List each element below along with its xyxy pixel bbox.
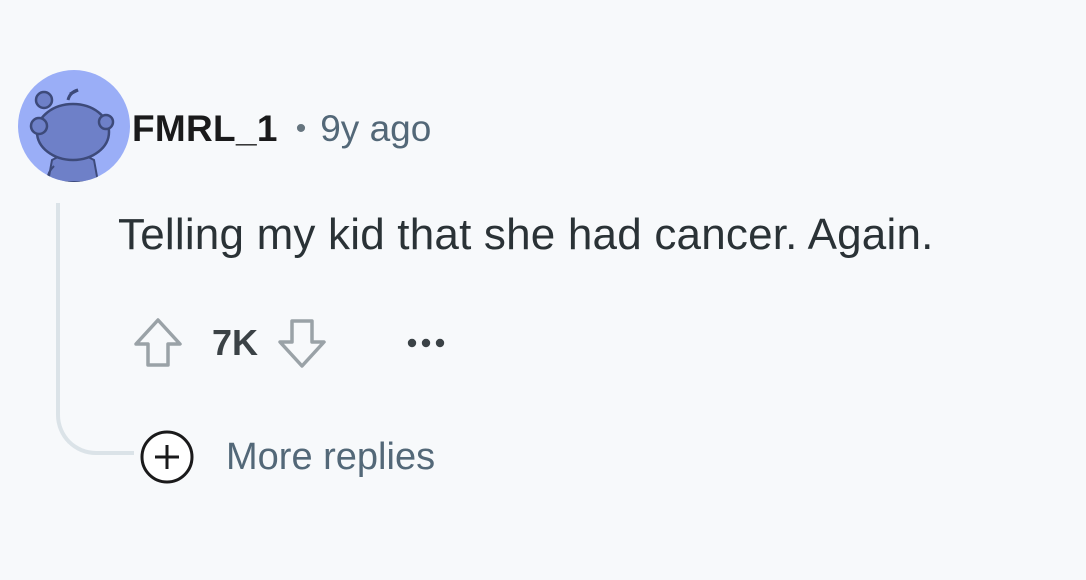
arrow-down-outline-icon	[278, 319, 326, 368]
author-avatar[interactable]	[18, 70, 130, 182]
ellipsis-icon	[407, 338, 445, 348]
comment-actions: 7K	[128, 312, 454, 374]
author-username[interactable]: FMRL_1	[132, 108, 278, 150]
arrow-up-outline-icon	[134, 318, 182, 367]
downvote-button[interactable]	[272, 312, 332, 374]
comment-age: 9y ago	[320, 108, 432, 149]
upvote-button[interactable]	[128, 312, 188, 374]
plus-circle-icon	[138, 428, 196, 486]
comment: FMRL_1 • 9y ago Telling my kid that she …	[0, 0, 1086, 580]
snoo-avatar-icon	[18, 70, 130, 182]
comment-body: Telling my kid that she had cancer. Agai…	[118, 210, 934, 259]
vote-score: 7K	[212, 322, 259, 363]
comment-meta: FMRL_1 • 9y ago	[132, 104, 431, 154]
overflow-menu-button[interactable]	[398, 312, 454, 374]
meta-separator: •	[295, 112, 307, 145]
more-replies-label: More replies	[226, 435, 436, 478]
more-replies-button[interactable]: More replies	[138, 428, 435, 486]
